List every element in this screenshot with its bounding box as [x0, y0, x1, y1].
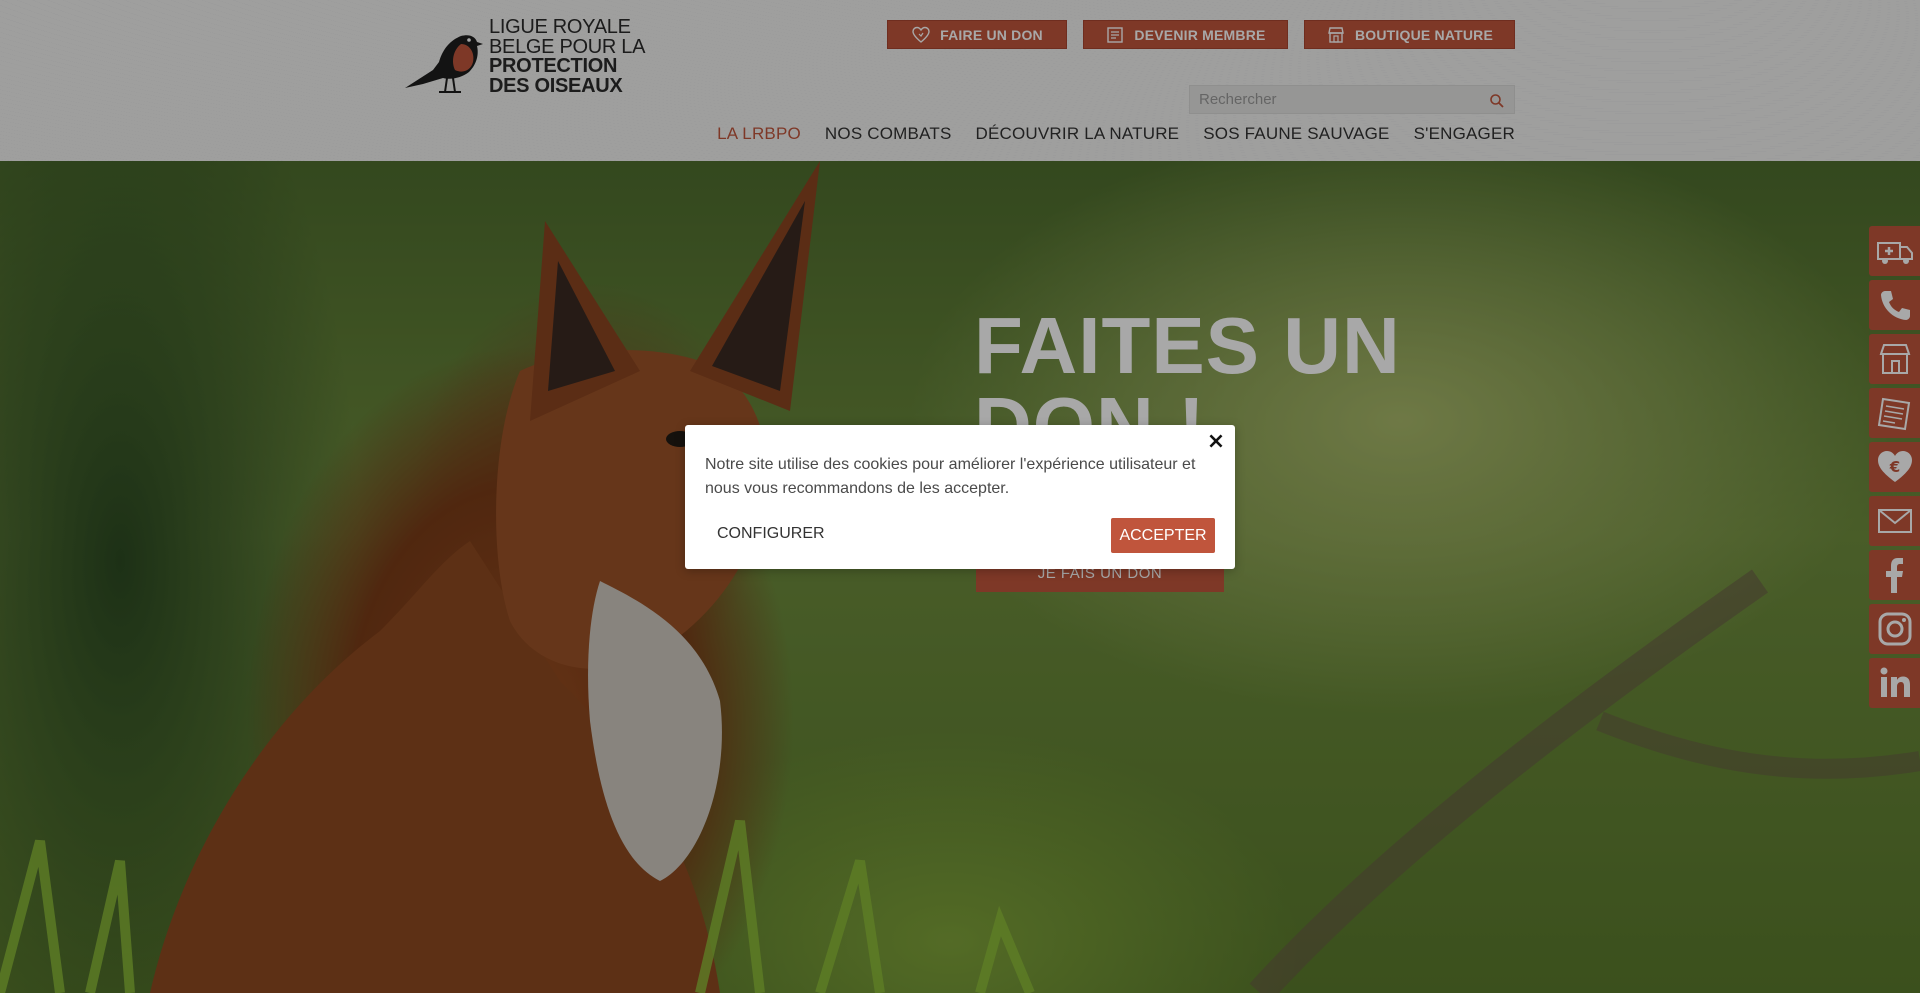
configure-cookies-button[interactable]: CONFIGURER — [705, 517, 837, 551]
cookie-message: Notre site utilise des cookies pour amél… — [705, 456, 1196, 497]
close-icon[interactable]: × — [1205, 431, 1227, 453]
cookie-consent-dialog: × Notre site utilise des cookies pour am… — [685, 425, 1235, 569]
accept-cookies-button[interactable]: ACCEPTER — [1111, 518, 1215, 553]
